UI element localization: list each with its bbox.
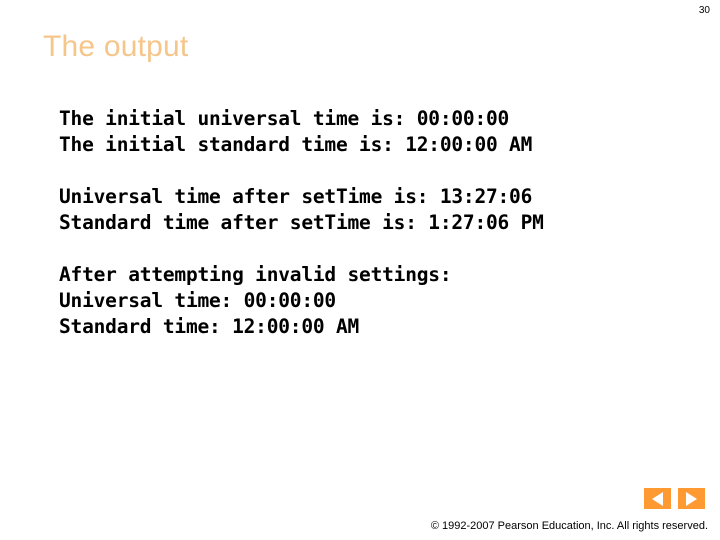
output-spacer: [59, 236, 699, 262]
page-title: The output: [43, 30, 189, 63]
previous-slide-button[interactable]: [644, 488, 671, 509]
copyright-text: © 1992-2007 Pearson Education, Inc. All …: [430, 520, 708, 532]
output-line: After attempting invalid settings:: [59, 263, 452, 286]
next-slide-button[interactable]: [678, 488, 705, 509]
output-line: The initial universal time is: 00:00:00: [59, 107, 510, 130]
output-line: Universal time after setTime is: 13:27:0…: [59, 185, 533, 208]
slide: 30 The output The initial universal time…: [0, 0, 720, 540]
left-triangle-icon: [652, 491, 663, 506]
output-spacer: [59, 158, 699, 184]
slide-navigation: [644, 488, 705, 509]
output-code-block: The initial universal time is: 00:00:00 …: [59, 106, 699, 340]
right-triangle-icon: [686, 491, 697, 506]
output-line: Standard time: 12:00:00 AM: [59, 315, 360, 338]
output-line: Standard time after setTime is: 1:27:06 …: [59, 211, 544, 234]
output-line: The initial standard time is: 12:00:00 A…: [59, 133, 533, 156]
slide-number: 30: [698, 5, 710, 16]
output-line: Universal time: 00:00:00: [59, 289, 336, 312]
